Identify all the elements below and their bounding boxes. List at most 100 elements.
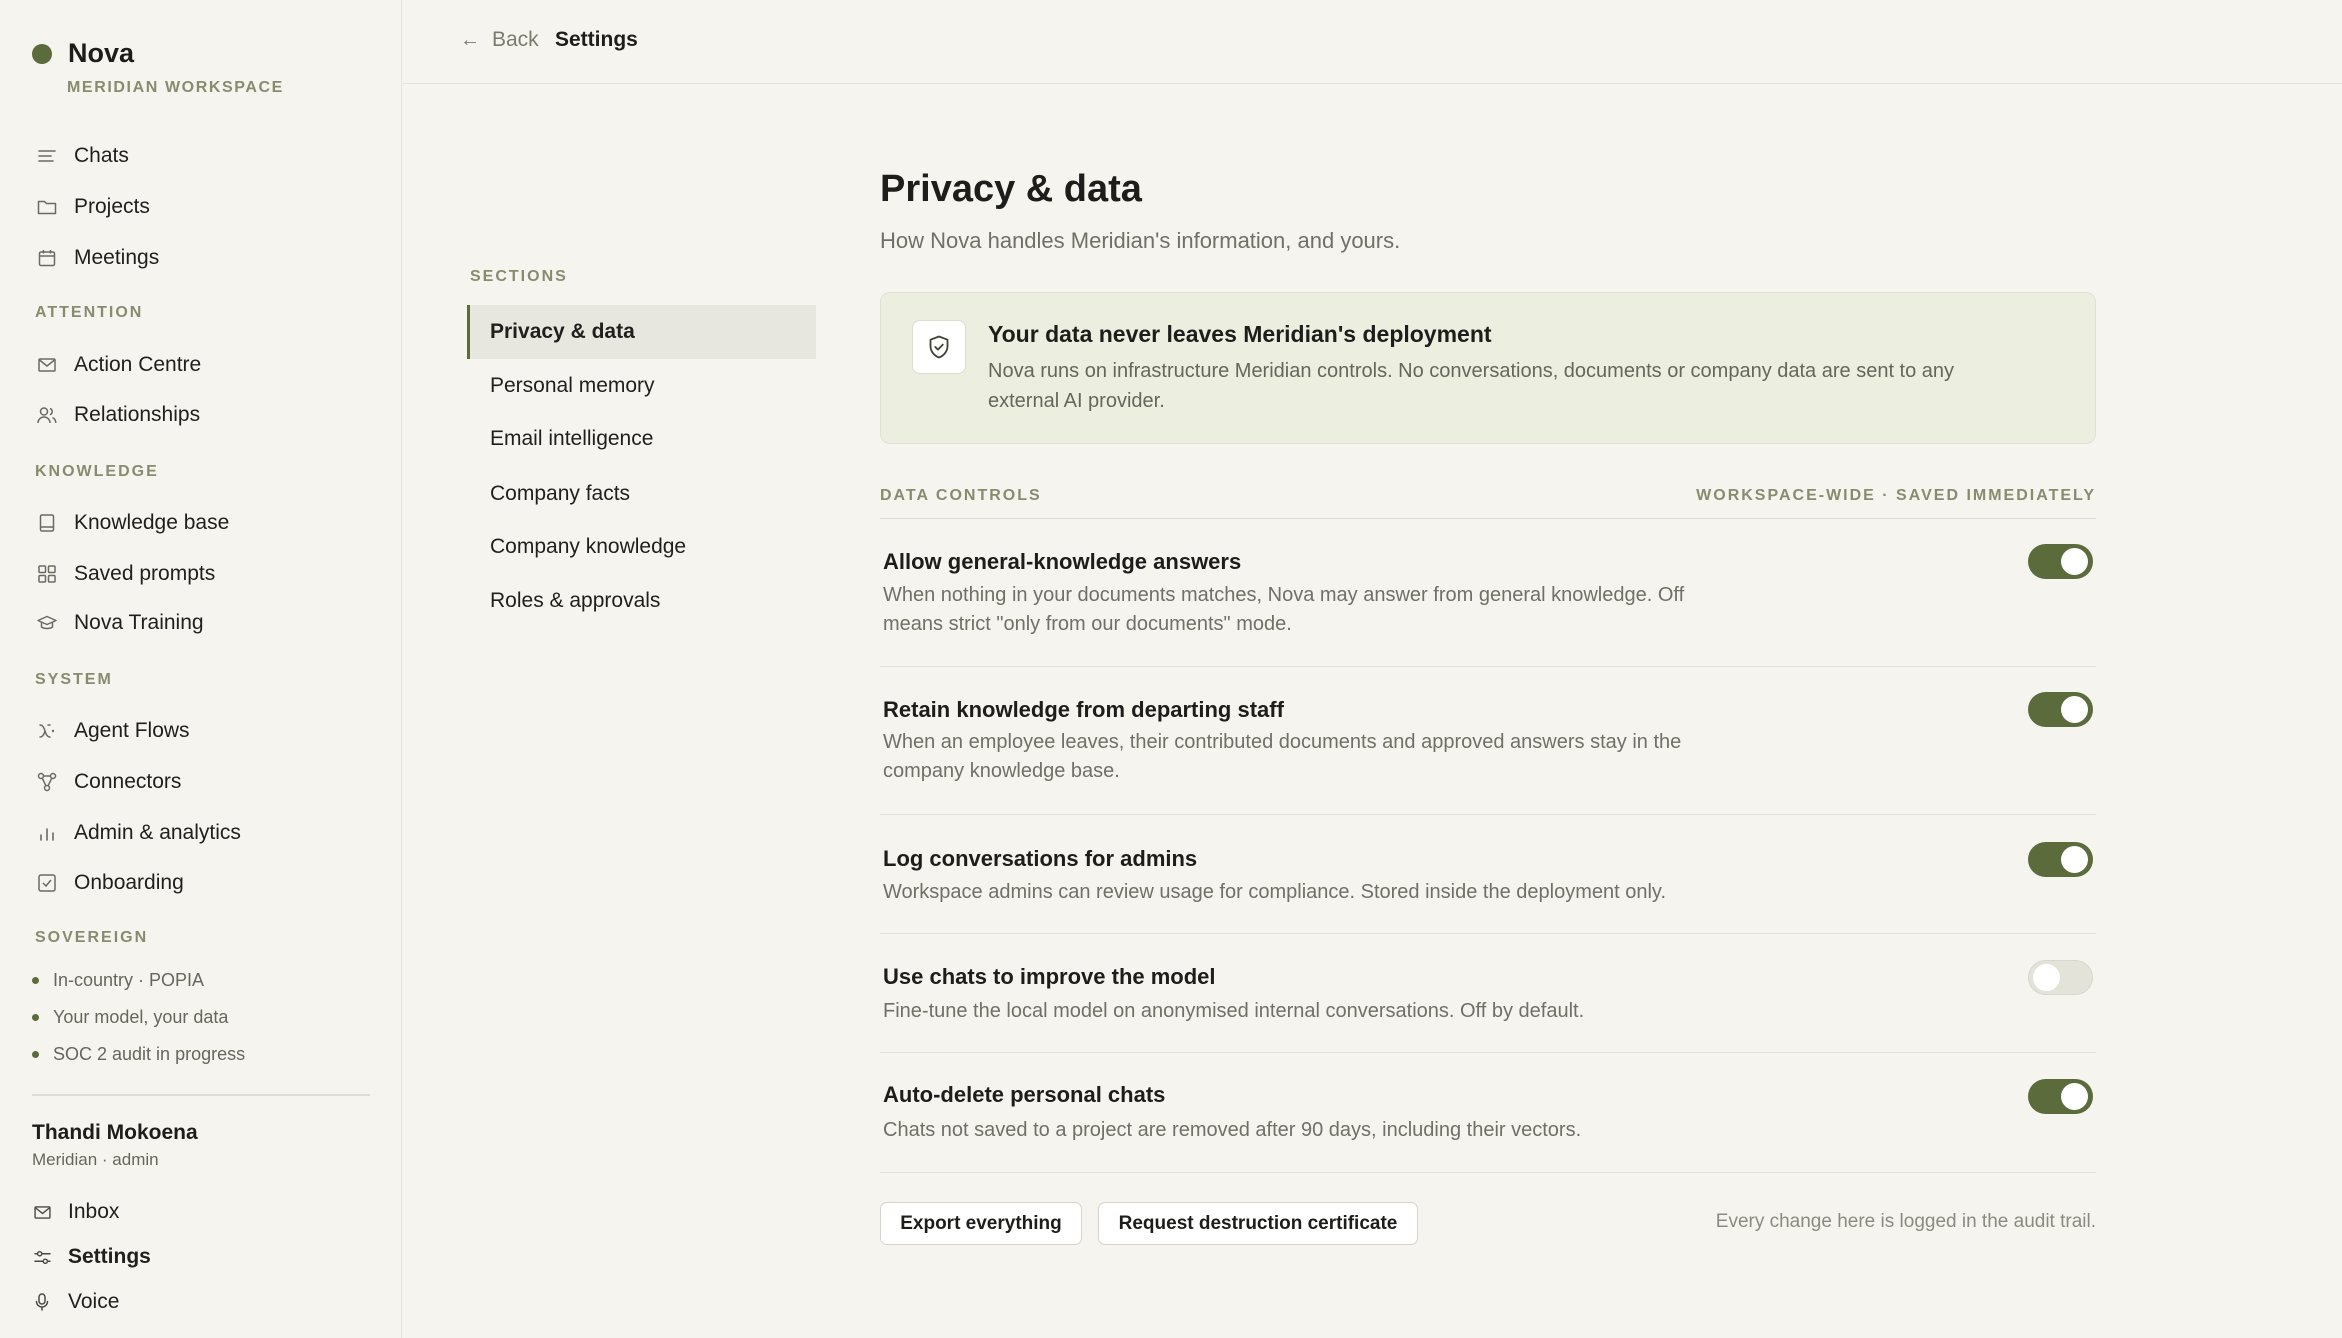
- sidebar-item-admin-analytics[interactable]: Admin & analytics: [36, 816, 241, 850]
- sovereign-item: SOC 2 audit in progress: [32, 1044, 245, 1065]
- section-label-knowledge: KNOWLEDGE: [35, 463, 159, 480]
- sidebar-item-relationships[interactable]: Relationships: [36, 398, 200, 432]
- control-description: Chats not saved to a project are removed…: [883, 1119, 1582, 1141]
- section-nav-company-facts[interactable]: Company facts: [467, 467, 816, 521]
- section-nav-company-knowledge[interactable]: Company knowledge: [467, 520, 816, 574]
- data-controls-header: DATA CONTROLS WORKSPACE-WIDE · SAVED IMM…: [880, 487, 2096, 519]
- graduation-cap-icon: [36, 612, 58, 634]
- nodes-icon: [36, 771, 58, 793]
- folder-icon: [36, 196, 58, 218]
- user-name[interactable]: Thandi Mokoena: [32, 1121, 198, 1145]
- sidebar-item-agent-flows[interactable]: Agent Flows: [36, 714, 190, 748]
- sidebar-item-onboarding[interactable]: Onboarding: [36, 866, 184, 900]
- section-nav-personal-memory[interactable]: Personal memory: [467, 359, 816, 413]
- page-title: Privacy & data: [880, 168, 1142, 210]
- bullet-dot: [32, 977, 39, 984]
- export-everything-button[interactable]: Export everything: [880, 1202, 1082, 1245]
- toggle-improve-model[interactable]: [2028, 960, 2093, 995]
- footer-item-label: Settings: [68, 1245, 151, 1268]
- control-title: Allow general-knowledge answers: [883, 549, 1242, 574]
- breadcrumb-current: Settings: [555, 28, 638, 51]
- brand-name: Nova: [68, 38, 135, 68]
- notice-text: Nova runs on infrastructure Meridian con…: [988, 360, 1955, 412]
- brand-logo-dot: [32, 43, 52, 64]
- sidebar-item-nova-training[interactable]: Nova Training: [36, 606, 204, 640]
- sidebar-item-label: Admin & analytics: [74, 821, 241, 844]
- sidebar-item-label: Chats: [74, 144, 129, 167]
- bar-chart-icon: [36, 822, 58, 844]
- control-description: When nothing in your documents matches, …: [883, 584, 1685, 635]
- bullet-dot: [32, 1051, 39, 1058]
- toggle-knob: [2061, 696, 2088, 723]
- toggle-knob: [2061, 1083, 2088, 1110]
- section-label-attention: ATTENTION: [35, 304, 144, 321]
- request-destruction-certificate-button[interactable]: Request destruction certificate: [1098, 1202, 1418, 1245]
- brand[interactable]: Nova: [32, 38, 134, 69]
- control-title: Auto-delete personal chats: [883, 1082, 1166, 1107]
- data-controls-label: DATA CONTROLS: [880, 487, 1042, 504]
- sliders-icon: [32, 1247, 52, 1267]
- toggle-knob: [2061, 548, 2088, 575]
- sidebar: Nova MERIDIAN WORKSPACE Chats Projects M…: [0, 0, 402, 1338]
- footer-item-label: Inbox: [68, 1200, 120, 1223]
- flow-icon: [36, 720, 58, 742]
- toggle-log-conversations[interactable]: [2028, 842, 2093, 877]
- control-title: Use chats to improve the model: [883, 964, 1216, 989]
- control-row-log-conversations: Log conversations for admins Workspace a…: [880, 815, 2096, 934]
- sidebar-item-connectors[interactable]: Connectors: [36, 765, 181, 799]
- control-title: Retain knowledge from departing staff: [883, 697, 1284, 722]
- sovereign-item: In-country · POPIA: [32, 970, 204, 991]
- book-icon: [36, 512, 58, 534]
- sidebar-item-label: Relationships: [74, 403, 201, 426]
- footer-item-label: Voice: [68, 1290, 120, 1313]
- footer-item-voice[interactable]: Voice: [32, 1286, 119, 1318]
- notice-title: Your data never leaves Meridian's deploy…: [988, 321, 1492, 347]
- sidebar-item-label: Knowledge base: [74, 511, 230, 534]
- page-subtitle: How Nova handles Meridian's information,…: [880, 228, 1401, 253]
- checkbox-icon: [36, 872, 58, 894]
- toggle-general-knowledge[interactable]: [2028, 544, 2093, 579]
- sidebar-item-meetings[interactable]: Meetings: [36, 241, 159, 275]
- back-label: Back: [492, 28, 539, 51]
- shield-check-icon: [912, 320, 966, 374]
- section-nav-privacy-data[interactable]: Privacy & data: [467, 305, 816, 359]
- sidebar-item-label: Saved prompts: [74, 562, 216, 585]
- topbar: ← Back Settings: [403, 0, 2342, 84]
- toggle-auto-delete[interactable]: [2028, 1079, 2093, 1114]
- sovereign-item-label: SOC 2 audit in progress: [53, 1044, 246, 1064]
- section-nav-email-intelligence[interactable]: Email intelligence: [467, 412, 816, 466]
- footer-item-inbox[interactable]: Inbox: [32, 1196, 119, 1228]
- workspace-name: MERIDIAN WORKSPACE: [67, 79, 284, 96]
- mail-icon: [36, 354, 58, 376]
- sidebar-item-chats[interactable]: Chats: [36, 139, 129, 173]
- control-title: Log conversations for admins: [883, 846, 1198, 871]
- arrow-left-icon: ←: [460, 28, 480, 51]
- sidebar-item-label: Onboarding: [74, 871, 184, 894]
- sidebar-item-projects[interactable]: Projects: [36, 190, 150, 224]
- back-button[interactable]: ← Back: [460, 28, 539, 52]
- privacy-notice-card: Your data never leaves Meridian's deploy…: [880, 292, 2096, 444]
- sidebar-item-knowledge-base[interactable]: Knowledge base: [36, 506, 229, 540]
- control-description: Workspace admins can review usage for co…: [883, 881, 1666, 903]
- data-controls-scope: WORKSPACE-WIDE · SAVED IMMEDIATELY: [1696, 487, 2096, 504]
- section-label-system: SYSTEM: [35, 671, 113, 688]
- control-description: Fine-tune the local model on anonymised …: [883, 1000, 1585, 1022]
- toggle-retain-knowledge[interactable]: [2028, 692, 2093, 727]
- sidebar-item-saved-prompts[interactable]: Saved prompts: [36, 557, 215, 591]
- sidebar-item-label: Projects: [74, 195, 150, 218]
- control-description: When an employee leaves, their contribut…: [883, 731, 1682, 782]
- calendar-icon: [36, 247, 58, 269]
- section-label-sovereign: SOVEREIGN: [35, 929, 149, 946]
- sidebar-item-action-centre[interactable]: Action Centre: [36, 348, 201, 382]
- bullet-dot: [32, 1014, 39, 1021]
- footer-item-settings[interactable]: Settings: [32, 1241, 151, 1273]
- sidebar-divider: [32, 1094, 370, 1096]
- control-row-auto-delete: Auto-delete personal chats Chats not sav…: [880, 1053, 2096, 1173]
- sidebar-item-label: Nova Training: [74, 611, 204, 634]
- sidebar-item-label: Connectors: [74, 770, 182, 793]
- section-nav-roles-approvals[interactable]: Roles & approvals: [467, 574, 816, 628]
- control-row-retain-knowledge: Retain knowledge from departing staff Wh…: [880, 667, 2096, 815]
- user-role: Meridian · admin: [32, 1150, 159, 1169]
- sidebar-item-label: Meetings: [74, 246, 160, 269]
- control-row-general-knowledge: Allow general-knowledge answers When not…: [880, 519, 2096, 667]
